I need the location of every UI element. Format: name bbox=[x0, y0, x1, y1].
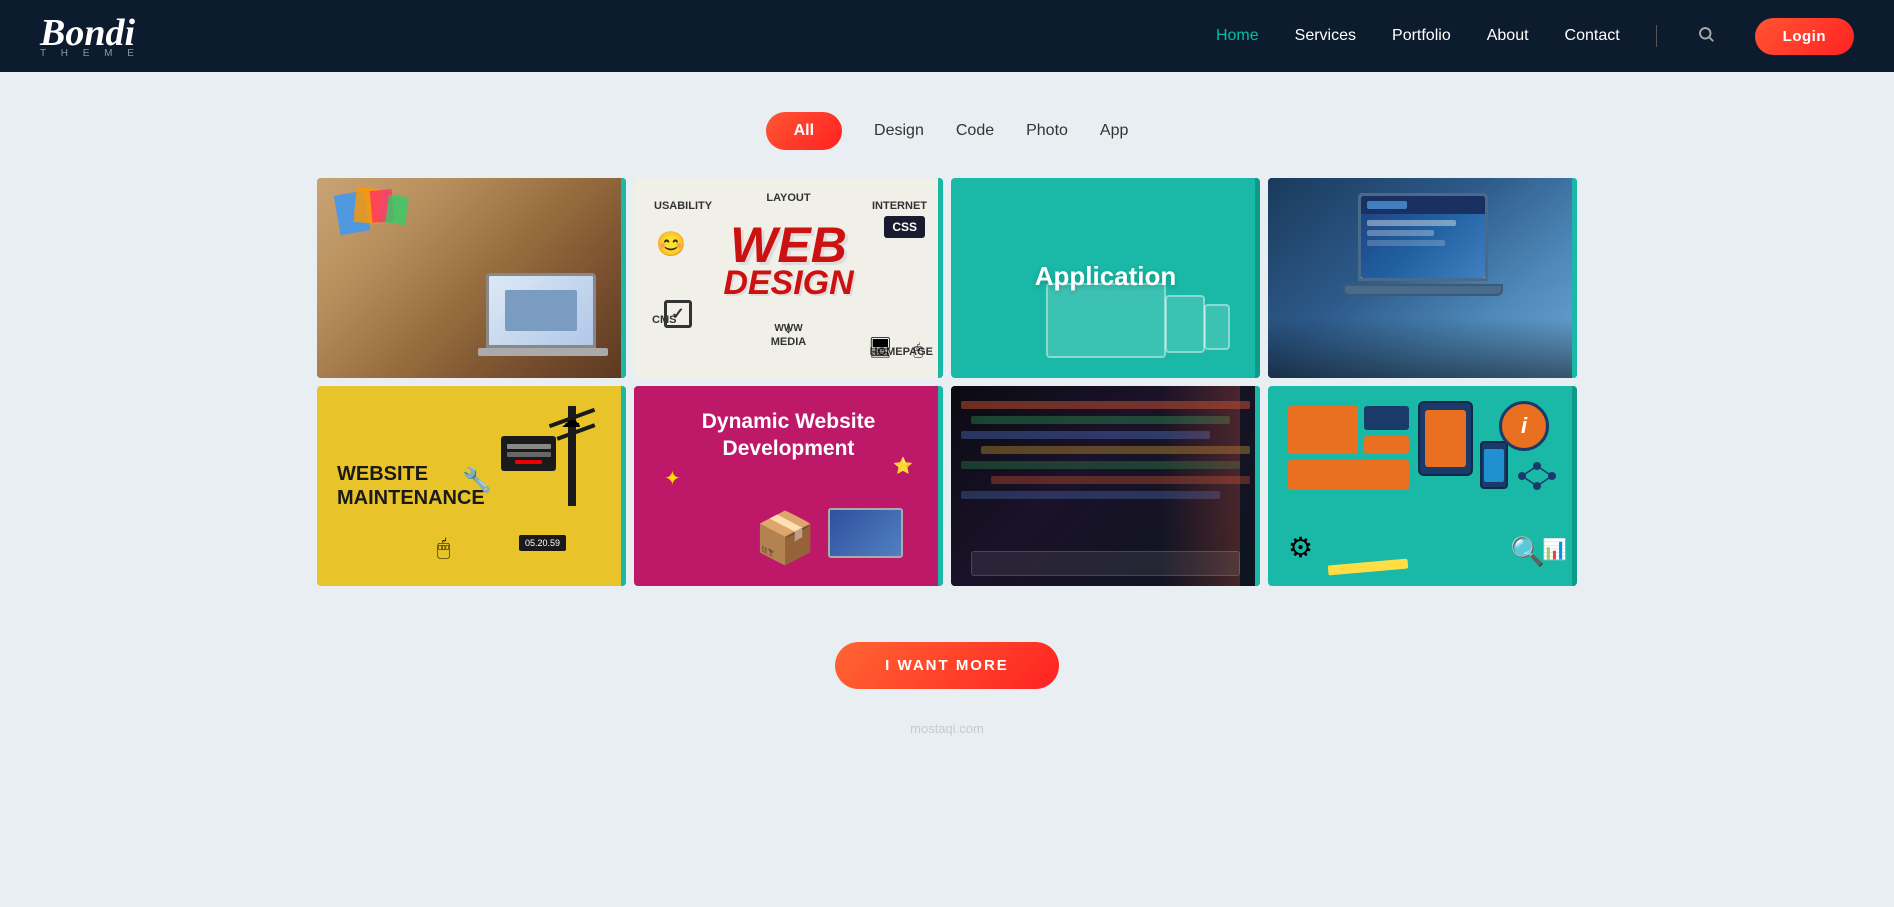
mouse-icon-5: 🖱 bbox=[437, 535, 450, 561]
more-section: I WANT MORE bbox=[0, 594, 1894, 713]
wd-arrow-icon: ↓ bbox=[784, 317, 793, 338]
teal-accent-1 bbox=[621, 178, 626, 378]
portfolio-item-6[interactable]: Dynamic WebsiteDevelopment 📦 ✦ ⭐ bbox=[634, 386, 943, 586]
teal-accent-3 bbox=[1255, 178, 1260, 378]
filter-app[interactable]: App bbox=[1100, 122, 1128, 140]
portfolio-item-7[interactable] bbox=[951, 386, 1260, 586]
wd-monitor-icon: 🖥 bbox=[868, 335, 893, 360]
star-icon: ⭐ bbox=[893, 456, 913, 476]
design-block-3 bbox=[1364, 436, 1409, 454]
design-block-1 bbox=[1288, 406, 1358, 454]
portfolio-item-5[interactable]: WEBSITEMAINTENANCE 🔧 ☁ 🖱 05.20.59 bbox=[317, 386, 626, 586]
laptop-screen bbox=[1358, 193, 1488, 281]
nav-about[interactable]: About bbox=[1487, 27, 1529, 45]
nav-contact[interactable]: Contact bbox=[1565, 27, 1620, 45]
header: Bondi T H E M E Home Services Portfolio … bbox=[0, 0, 1894, 72]
login-button[interactable]: Login bbox=[1755, 18, 1854, 55]
dyndev-label: Dynamic WebsiteDevelopment bbox=[702, 408, 876, 463]
wd-main-text: WEB DESIGN bbox=[665, 223, 912, 299]
app-phone bbox=[1204, 304, 1230, 350]
filter-photo[interactable]: Photo bbox=[1026, 122, 1068, 140]
logo: Bondi T H E M E bbox=[40, 14, 140, 59]
portfolio-item-8[interactable]: i ⚙ 🔍 📊 bbox=[1268, 386, 1577, 586]
package-icon: 📦 bbox=[754, 509, 816, 568]
filter-section: All Design Code Photo App bbox=[0, 72, 1894, 178]
filter-code[interactable]: Code bbox=[956, 122, 994, 140]
filter-design[interactable]: Design bbox=[874, 122, 924, 140]
portfolio-item-1[interactable] bbox=[317, 178, 626, 378]
teal-accent-5 bbox=[621, 386, 626, 586]
wd-tag-layout: LAYOUT bbox=[766, 192, 810, 204]
design-phone bbox=[1480, 441, 1508, 489]
search-icon[interactable] bbox=[1693, 25, 1719, 48]
date-badge: 05.20.59 bbox=[519, 535, 566, 551]
portfolio-item-4[interactable] bbox=[1268, 178, 1577, 378]
portfolio-item-3[interactable]: Application bbox=[951, 178, 1260, 378]
wd-check-icon: ✓ bbox=[664, 300, 692, 328]
design-block-2 bbox=[1364, 406, 1409, 430]
nav-home[interactable]: Home bbox=[1216, 27, 1259, 45]
nav-divider bbox=[1656, 25, 1657, 47]
portfolio-row-2: WEBSITEMAINTENANCE 🔧 ☁ 🖱 05.20.59 Dynami… bbox=[317, 386, 1577, 586]
teal-accent-6 bbox=[938, 386, 943, 586]
coding-laptop bbox=[971, 551, 1240, 576]
wd-tag-usability: USABILITY bbox=[654, 200, 712, 212]
chart-icon: 📊 bbox=[1542, 537, 1567, 562]
wrench-icon: 🔧 bbox=[462, 466, 492, 495]
teal-accent-2 bbox=[938, 178, 943, 378]
teal-accent-7 bbox=[1255, 386, 1260, 586]
portfolio-row-1: USABILITY LAYOUT INTERNET WEB DESIGN CSS… bbox=[317, 178, 1577, 378]
design-tablet bbox=[1418, 401, 1473, 476]
more-button[interactable]: I WANT MORE bbox=[835, 642, 1059, 689]
main-nav: Home Services Portfolio About Contact Lo… bbox=[1216, 18, 1854, 55]
wd-css-badge: CSS bbox=[884, 216, 925, 238]
app-tablet bbox=[1165, 295, 1205, 353]
dev-laptop bbox=[828, 508, 903, 558]
info-icon: i bbox=[1499, 401, 1549, 451]
wd-mouse-icon: 🖱 bbox=[913, 342, 923, 360]
portfolio-item-2[interactable]: USABILITY LAYOUT INTERNET WEB DESIGN CSS… bbox=[634, 178, 943, 378]
wd-tag-internet: INTERNET bbox=[872, 200, 927, 212]
filter-all[interactable]: All bbox=[766, 112, 842, 150]
nav-portfolio[interactable]: Portfolio bbox=[1392, 27, 1451, 45]
sparkle-icon: ✦ bbox=[664, 466, 681, 491]
portfolio-grid: USABILITY LAYOUT INTERNET WEB DESIGN CSS… bbox=[277, 178, 1617, 586]
cloud-icon: ☁ bbox=[561, 408, 581, 433]
wd-smiley-icon: 😊 bbox=[656, 230, 686, 259]
watermark: mostaqi.com bbox=[0, 713, 1894, 756]
design-block-4 bbox=[1288, 460, 1409, 490]
app-monitor bbox=[1046, 283, 1166, 358]
magnifier-icon: 🔍 bbox=[1510, 535, 1545, 568]
network-icon bbox=[1517, 461, 1557, 496]
logo-sub: T H E M E bbox=[40, 48, 140, 59]
laptop-keyboard bbox=[1343, 284, 1503, 296]
gear-icon: ⚙ bbox=[1288, 531, 1313, 564]
server-box bbox=[501, 436, 556, 471]
nav-services[interactable]: Services bbox=[1295, 27, 1356, 45]
pencil-icon bbox=[1328, 559, 1409, 576]
app-card-label: Application bbox=[1035, 261, 1177, 292]
teal-accent-4 bbox=[1572, 178, 1577, 378]
